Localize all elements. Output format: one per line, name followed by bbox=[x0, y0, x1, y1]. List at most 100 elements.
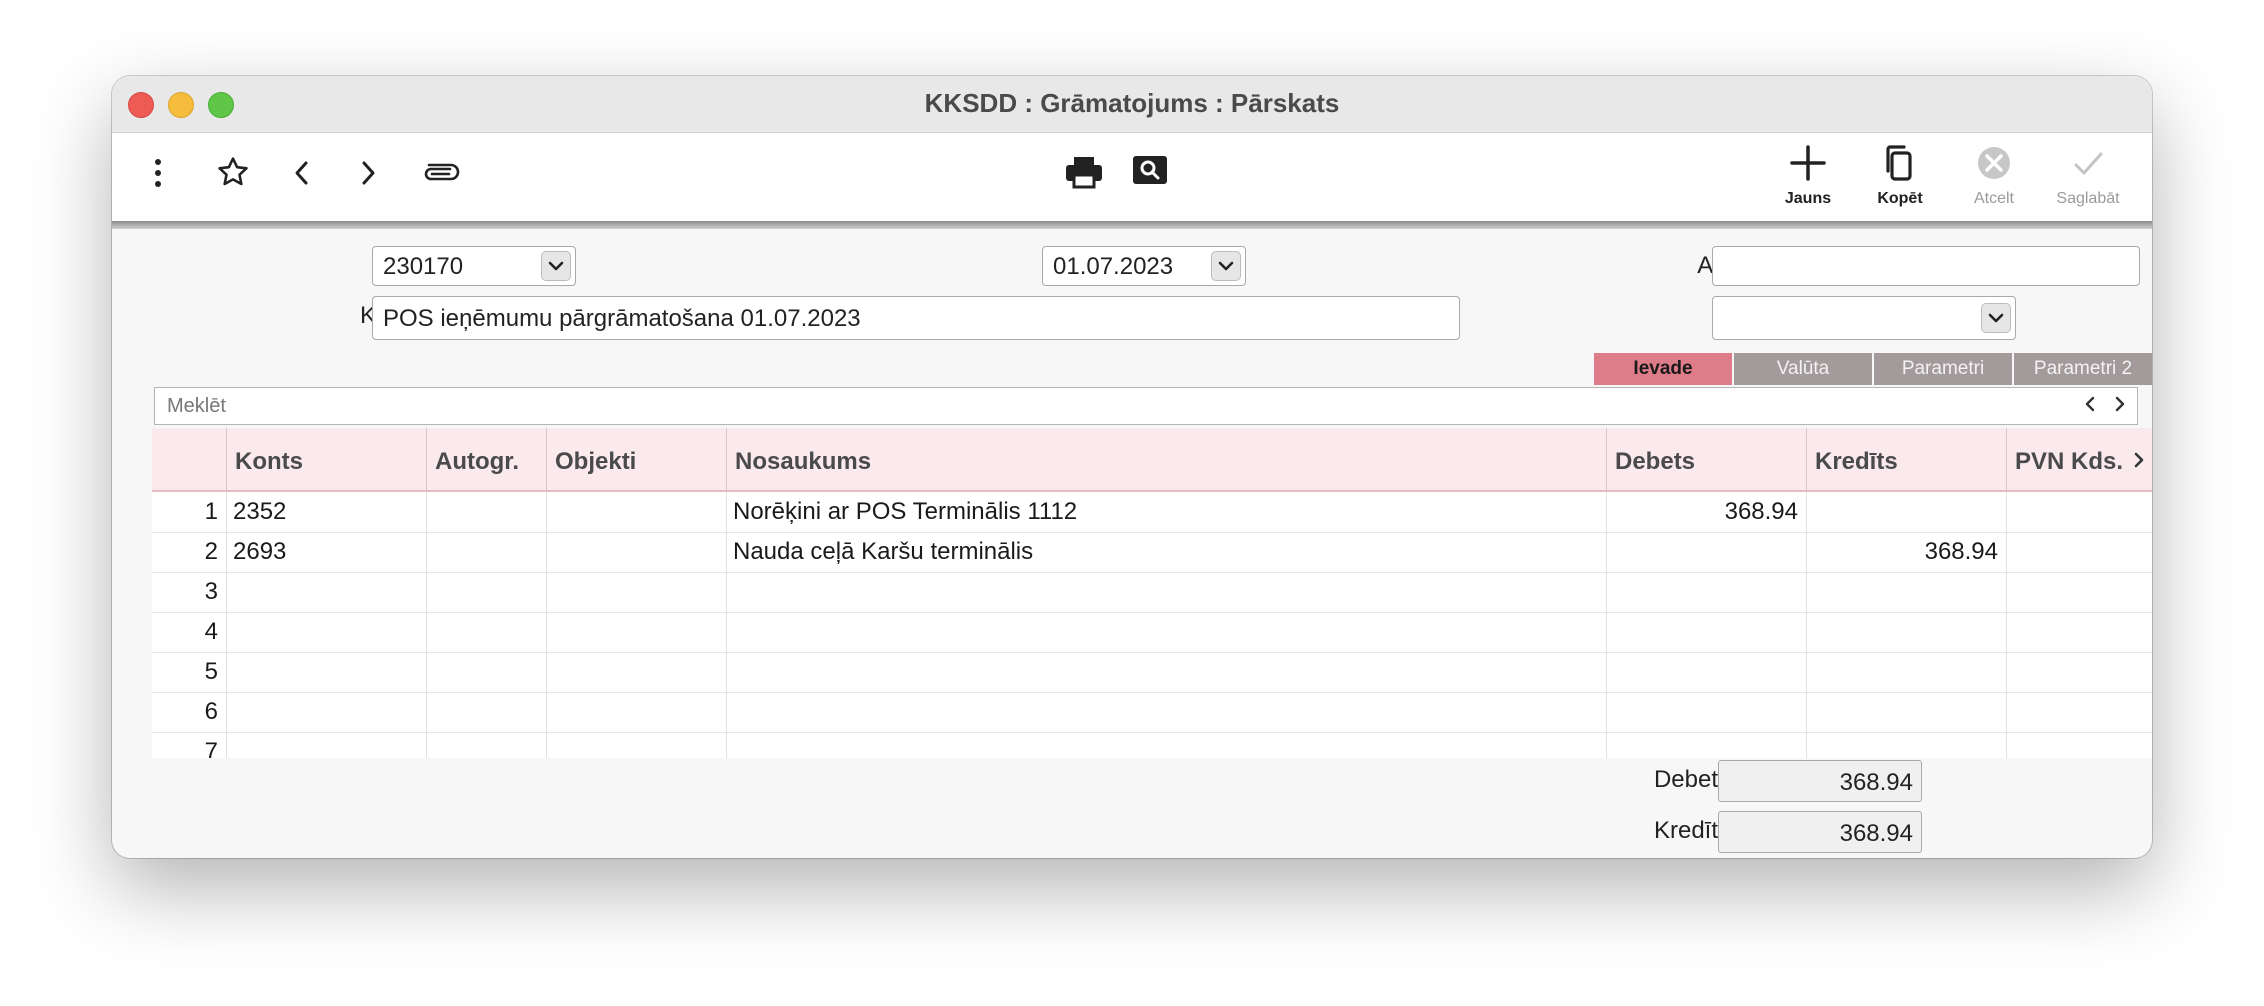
kredits-cell[interactable] bbox=[1806, 572, 2006, 612]
paperclip-icon[interactable] bbox=[420, 161, 460, 185]
kredits-cell[interactable] bbox=[1806, 732, 2006, 758]
nosaukums-cell[interactable] bbox=[726, 612, 1606, 652]
nosaukums-cell[interactable]: Nauda ceļā Karšu terminālis bbox=[726, 532, 1606, 572]
column-header-debets[interactable]: Debets bbox=[1606, 428, 1806, 490]
konts-cell[interactable] bbox=[226, 732, 426, 758]
debets-cell[interactable] bbox=[1606, 572, 1806, 612]
chevron-down-icon[interactable] bbox=[1981, 303, 2011, 333]
chevron-down-icon[interactable] bbox=[1211, 251, 1241, 281]
star-icon[interactable] bbox=[216, 155, 250, 189]
search-prev-icon[interactable] bbox=[2083, 394, 2097, 414]
pvn-cell[interactable] bbox=[2006, 492, 2152, 532]
back-icon[interactable] bbox=[290, 159, 314, 187]
tab-parametri-2[interactable]: Parametri 2 bbox=[2014, 353, 2152, 385]
konts-cell[interactable] bbox=[226, 652, 426, 692]
search-next-icon[interactable] bbox=[2113, 394, 2127, 414]
columns-scroll-right-icon[interactable] bbox=[2132, 450, 2146, 475]
column-header-autogr[interactable]: Autogr. bbox=[426, 428, 546, 490]
table-row[interactable]: 3 bbox=[152, 572, 2152, 613]
objekti-cell[interactable] bbox=[546, 532, 726, 572]
more-vertical-icon[interactable] bbox=[150, 157, 166, 189]
numurs-field[interactable]: 230170 bbox=[372, 246, 576, 286]
konts-cell[interactable] bbox=[226, 572, 426, 612]
kredits-cell[interactable] bbox=[1806, 692, 2006, 732]
pvn-cell[interactable] bbox=[2006, 572, 2152, 612]
search-input[interactable]: Meklēt bbox=[154, 387, 2138, 425]
debets-cell[interactable] bbox=[1606, 732, 1806, 758]
kredits-cell[interactable] bbox=[1806, 612, 2006, 652]
row-number-cell: 1 bbox=[204, 498, 218, 525]
table-row[interactable]: 1 2352 Norēķini ar POS Terminālis 1112 368.… bbox=[152, 492, 2152, 533]
copy-button[interactable]: Kopēt bbox=[1860, 143, 1940, 208]
debets-cell[interactable] bbox=[1606, 612, 1806, 652]
nosaukums-cell[interactable] bbox=[726, 652, 1606, 692]
konts-cell[interactable] bbox=[226, 612, 426, 652]
autogr-cell[interactable] bbox=[426, 652, 546, 692]
pvn-cell[interactable] bbox=[2006, 612, 2152, 652]
debets-cell[interactable] bbox=[1606, 532, 1806, 572]
konts-cell[interactable]: 2352 bbox=[226, 492, 426, 532]
objekti-cell[interactable] bbox=[546, 732, 726, 758]
pvn-cell[interactable] bbox=[2006, 732, 2152, 758]
autogr-cell[interactable] bbox=[426, 492, 546, 532]
debets-cell[interactable] bbox=[1606, 652, 1806, 692]
autogr-cell[interactable] bbox=[426, 732, 546, 758]
atsauksme-field[interactable] bbox=[1712, 246, 2140, 286]
printer-icon[interactable] bbox=[1064, 155, 1104, 189]
column-header-kredits[interactable]: Kredīts bbox=[1806, 428, 2006, 490]
debets-cell[interactable]: 368.94 bbox=[1606, 492, 1806, 532]
kredits-cell[interactable] bbox=[1806, 652, 2006, 692]
new-button-label: Jauns bbox=[1784, 190, 1832, 207]
nosaukums-cell[interactable] bbox=[726, 572, 1606, 612]
cancel-button[interactable]: Atcelt bbox=[1954, 143, 2034, 208]
table-row[interactable]: 6 bbox=[152, 692, 2152, 733]
klase-select[interactable] bbox=[1712, 296, 2016, 340]
objekti-cell[interactable] bbox=[546, 612, 726, 652]
table-row[interactable]: 7 bbox=[152, 732, 2152, 758]
save-button[interactable]: Saglabāt bbox=[2048, 143, 2128, 208]
preview-search-icon[interactable] bbox=[1132, 155, 1168, 185]
datums-field[interactable]: 01.07.2023 bbox=[1042, 246, 1246, 286]
tab-bar: Ievade Valūta Parametri Parametri 2 bbox=[1592, 353, 2152, 385]
table-row[interactable]: 5 bbox=[152, 652, 2152, 693]
row-number-cell: 6 bbox=[204, 698, 218, 725]
nosaukums-cell[interactable]: Norēķini ar POS Terminālis 1112 bbox=[726, 492, 1606, 532]
column-header-nosaukums[interactable]: Nosaukums bbox=[726, 428, 1606, 490]
checkmark-icon bbox=[2074, 152, 2103, 175]
row-number-cell: 5 bbox=[204, 658, 218, 685]
kredits-cell[interactable]: 368.94 bbox=[1806, 532, 2006, 572]
tab-ievade[interactable]: Ievade bbox=[1594, 353, 1732, 385]
numurs-value: 230170 bbox=[383, 253, 464, 280]
new-button[interactable]: Jauns bbox=[1768, 143, 1848, 208]
column-header-objekti[interactable]: Objekti bbox=[546, 428, 726, 490]
forward-icon[interactable] bbox=[356, 159, 380, 187]
objekti-cell[interactable] bbox=[546, 692, 726, 732]
nosaukums-cell[interactable] bbox=[726, 732, 1606, 758]
objekti-cell[interactable] bbox=[546, 492, 726, 532]
column-header-pvn-kds[interactable]: PVN Kds. bbox=[2006, 428, 2152, 490]
tab-valuta[interactable]: Valūta bbox=[1734, 353, 1872, 385]
copy-icon bbox=[1886, 145, 1912, 181]
row-number-cell: 4 bbox=[204, 618, 218, 645]
table-row[interactable]: 4 bbox=[152, 612, 2152, 653]
kredits-cell[interactable] bbox=[1806, 492, 2006, 532]
autogr-cell[interactable] bbox=[426, 572, 546, 612]
nosaukums-cell[interactable] bbox=[726, 692, 1606, 732]
pvn-cell[interactable] bbox=[2006, 532, 2152, 572]
column-header-konts[interactable]: Konts bbox=[226, 428, 426, 490]
autogr-cell[interactable] bbox=[426, 612, 546, 652]
debets-cell[interactable] bbox=[1606, 692, 1806, 732]
pvn-cell[interactable] bbox=[2006, 652, 2152, 692]
chevron-down-icon[interactable] bbox=[541, 251, 571, 281]
objekti-cell[interactable] bbox=[546, 652, 726, 692]
konts-cell[interactable]: 2693 bbox=[226, 532, 426, 572]
table-row[interactable]: 2 2693 Nauda ceļā Karšu terminālis 368.94 bbox=[152, 532, 2152, 573]
row-number-cell: 3 bbox=[204, 578, 218, 605]
pvn-cell[interactable] bbox=[2006, 692, 2152, 732]
objekti-cell[interactable] bbox=[546, 572, 726, 612]
tab-parametri[interactable]: Parametri bbox=[1874, 353, 2012, 385]
komentars-field[interactable]: POS ieņēmumu pārgrāmatošana 01.07.2023 bbox=[372, 296, 1460, 340]
autogr-cell[interactable] bbox=[426, 532, 546, 572]
konts-cell[interactable] bbox=[226, 692, 426, 732]
autogr-cell[interactable] bbox=[426, 692, 546, 732]
